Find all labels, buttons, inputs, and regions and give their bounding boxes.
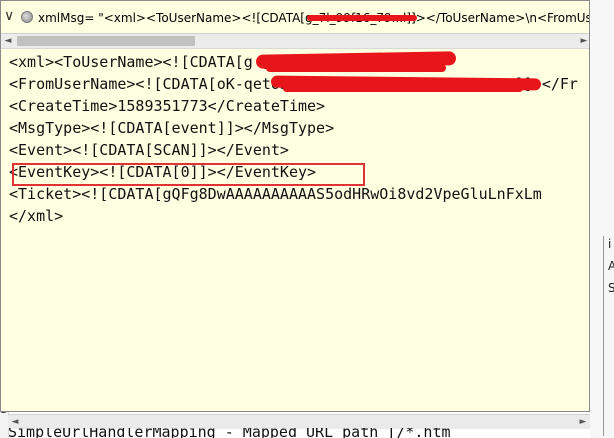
scroll-left-icon[interactable]: ◄ bbox=[1, 34, 15, 48]
scroll-right-icon[interactable]: ► bbox=[576, 415, 590, 429]
editor-horizontal-scrollbar[interactable]: ◄ ► bbox=[8, 414, 590, 429]
xml-line: <Event><![CDATA[SCAN]]></Event> bbox=[9, 141, 289, 159]
popup-horizontal-scrollbar[interactable]: ◄ ► bbox=[1, 34, 589, 49]
variable-icon bbox=[21, 11, 33, 23]
redaction-mark bbox=[283, 85, 523, 92]
xml-line: </xml> bbox=[9, 207, 64, 225]
xml-line: <MsgType><![CDATA[event]]></MsgType> bbox=[9, 119, 335, 137]
variable-inspect-popup[interactable]: ∨ xmlMsg= "<xml><ToUserName><![CDATA[g_7… bbox=[0, 0, 590, 412]
redaction-mark bbox=[266, 64, 446, 72]
xml-line: <Ticket><![CDATA[gQFg8DwAAAAAAAAAAS5odHR… bbox=[9, 185, 542, 203]
scroll-right-icon[interactable]: ► bbox=[577, 34, 589, 48]
scroll-left-icon[interactable]: ◄ bbox=[8, 415, 22, 429]
redaction-mark bbox=[307, 15, 417, 21]
xml-line: <CreateTime>1589351773</CreateTime> bbox=[9, 97, 326, 115]
scrollbar-thumb[interactable] bbox=[17, 36, 195, 46]
eventkey-highlight-box bbox=[12, 163, 365, 186]
console-log-line: SimpleUrlHandlerMapping - Mapped URL pat… bbox=[8, 428, 451, 438]
background-text-fragment: i bbox=[608, 237, 612, 251]
panel-divider bbox=[603, 236, 604, 436]
right-side-panel bbox=[590, 0, 614, 438]
popup-header: ∨ xmlMsg= "<xml><ToUserName><![CDATA[g_7… bbox=[1, 1, 589, 34]
xml-value-viewer[interactable]: <xml><ToUserName><![CDATA[g ]]></ToUserN… bbox=[1, 49, 589, 411]
collapse-arrow-icon[interactable]: ∨ bbox=[4, 8, 14, 24]
background-text-fragment: A bbox=[608, 259, 614, 273]
background-text-fragment: S bbox=[608, 281, 614, 295]
